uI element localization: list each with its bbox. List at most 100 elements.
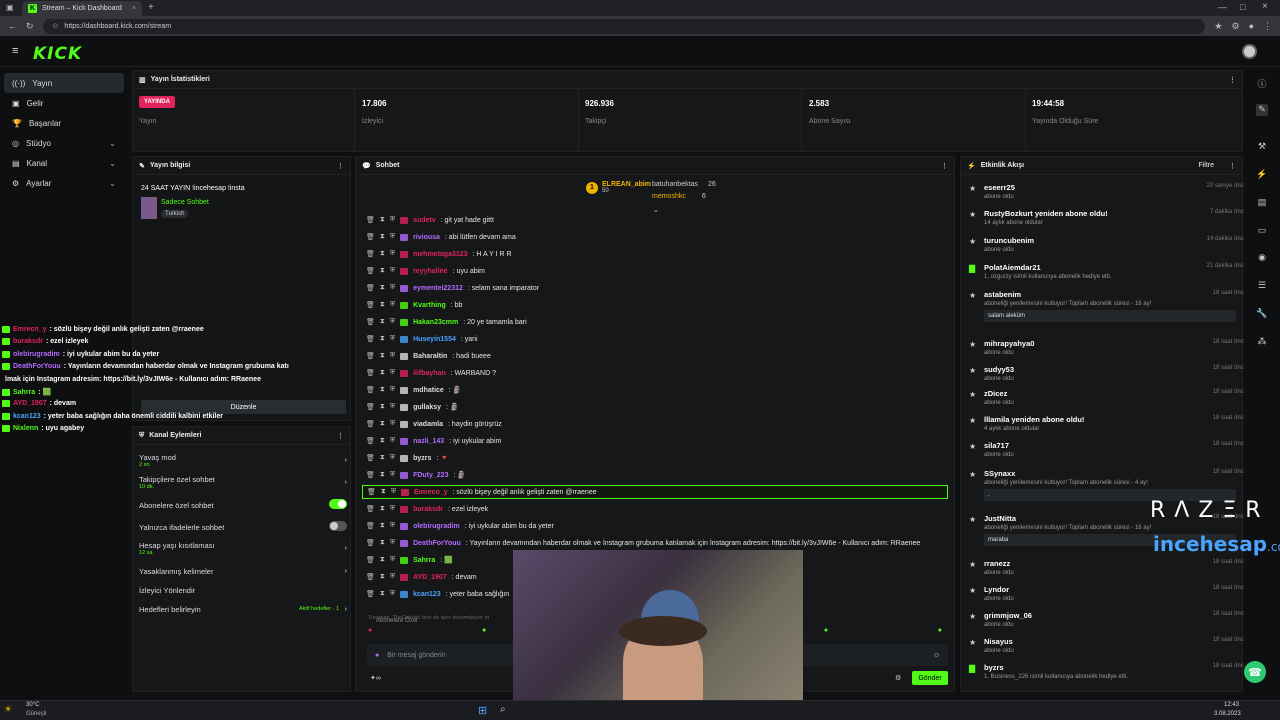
delete-message-icon[interactable]: 🗑 xyxy=(366,590,375,598)
document-icon[interactable]: ▤ xyxy=(1256,197,1268,209)
filter-button[interactable]: Filtre xyxy=(1198,162,1214,169)
timeout-icon[interactable]: ⧗ xyxy=(380,369,385,377)
network-icon[interactable]: ⁂ xyxy=(1256,336,1268,348)
delete-message-icon[interactable]: 🗑 xyxy=(366,335,375,343)
ban-icon[interactable]: ⛨ xyxy=(390,335,395,343)
profile-icon[interactable]: ● xyxy=(1249,21,1254,31)
ban-icon[interactable]: ⛨ xyxy=(390,420,395,428)
subscribers-only-toggle[interactable] xyxy=(329,499,347,509)
activity-item[interactable]: ★ lllamila yeniden abone oldu! 18 saat önc… xyxy=(969,415,1244,432)
url-field[interactable]: ⊙ https://dashboard.kick.com/stream xyxy=(42,18,1206,34)
top-gifter-2[interactable]: batuhanbektas 26 xyxy=(652,181,716,188)
banned-words-action[interactable]: Yasaklanmış kelimeler › xyxy=(139,566,347,576)
ban-icon[interactable]: ⛨ xyxy=(390,267,395,275)
ban-icon[interactable]: ⛨ xyxy=(390,454,395,462)
chat-message[interactable]: 🗑 ⧗ ⛨ Hakan23cmm: 20 ye tamamla bari xyxy=(366,315,527,329)
timeout-icon[interactable]: ⧗ xyxy=(380,573,385,581)
chat-message[interactable]: 🗑 ⧗ ⛨ AYD_1907: devam xyxy=(366,570,477,584)
chat-message[interactable]: 🗑 ⧗ ⛨ mdhatice: 🗿 xyxy=(366,383,461,397)
activity-item[interactable]: ★ rranezz 18 saat önce abone oldu xyxy=(969,559,1244,576)
chat-username[interactable]: reyyhaline xyxy=(413,268,448,275)
activity-item[interactable]: ★ sudyy53 18 saat önce abone oldu xyxy=(969,365,1244,382)
chat-message[interactable]: 🗑 ⧗ ⛨ Kvarthing: bb xyxy=(366,298,462,312)
chat-username[interactable]: FDuty_223 xyxy=(413,472,448,479)
chat-tool-icon[interactable]: ▭ xyxy=(1256,225,1268,237)
chat-username[interactable]: AYD_1907 xyxy=(413,574,447,581)
site-info-icon[interactable]: ⊙ xyxy=(53,22,59,30)
chat-username[interactable]: Emrecn_y xyxy=(414,489,447,496)
delete-message-icon[interactable]: 🗑 xyxy=(366,284,375,292)
emote-icon[interactable]: ● xyxy=(482,627,486,641)
ban-icon[interactable]: ⛨ xyxy=(390,505,395,513)
slow-mode-action[interactable]: Yavaş mod 2 sn. › xyxy=(139,453,347,468)
chat-message[interactable]: 🗑 ⧗ ⛨ byzrs: 🔻 xyxy=(366,451,449,465)
chat-username[interactable]: olebirugradim xyxy=(413,523,460,530)
ban-icon[interactable]: ⛨ xyxy=(390,539,395,547)
emoji-icon[interactable]: ☺ xyxy=(933,652,940,659)
chat-username[interactable]: Huseyin1554 xyxy=(413,336,456,343)
emote-icon[interactable]: ● xyxy=(824,627,828,641)
timeout-icon[interactable]: ⧗ xyxy=(380,335,385,343)
minimize-icon[interactable]: — xyxy=(1218,2,1227,12)
tab-actions-icon[interactable]: ▣ xyxy=(6,3,14,12)
ban-icon[interactable]: ⛨ xyxy=(390,301,395,309)
ban-icon[interactable]: ⛨ xyxy=(390,556,395,564)
chat-username[interactable]: Sahrra xyxy=(413,557,435,564)
browser-tab[interactable]: K Stream – Kick Dashboard × xyxy=(22,1,142,16)
activity-item[interactable]: ★ turuncubenim 14 dakika önce abone oldu xyxy=(969,236,1244,253)
bookmark-star-icon[interactable]: ★ xyxy=(1214,21,1222,32)
reload-icon[interactable]: ↻ xyxy=(26,21,34,32)
activity-item[interactable]: ★ eseerr25 20 saniye önce abone oldu xyxy=(969,183,1244,200)
chat-message[interactable]: 🗑 ⧗ ⛨ mehmetaga3123: H A Y I R R xyxy=(366,247,512,261)
ban-icon[interactable]: ⛨ xyxy=(390,386,395,394)
ban-icon[interactable]: ⛨ xyxy=(390,590,395,598)
chat-username[interactable]: Kvarthing xyxy=(413,302,446,309)
followers-only-action[interactable]: Takipçilere özel sohbet 10 dk. › xyxy=(139,475,347,490)
user-avatar[interactable] xyxy=(1242,44,1257,59)
ban-icon[interactable]: ⛨ xyxy=(390,522,395,530)
goals-action[interactable]: Hedefleri belirleyin Aktif hedefler · 1 › xyxy=(139,604,347,614)
chat-message[interactable]: 🗑 ⧗ ⛨ Baharaltin: hadi bueee xyxy=(366,349,491,363)
chat-username[interactable]: byzrs xyxy=(413,455,431,462)
delete-message-icon[interactable]: 🗑 xyxy=(366,522,375,530)
kebab-menu-icon[interactable]: ⋮ xyxy=(337,162,344,170)
delete-message-icon[interactable]: 🗑 xyxy=(366,505,375,513)
delete-message-icon[interactable]: 🗑 xyxy=(366,318,375,326)
delete-message-icon[interactable]: 🗑 xyxy=(366,420,375,428)
close-window-icon[interactable]: × xyxy=(1262,1,1268,12)
list-tool-icon[interactable]: ☰ xyxy=(1256,280,1268,292)
hamburger-menu-icon[interactable]: ≡ xyxy=(12,45,18,57)
chat-username[interactable]: Hakan23cmm xyxy=(413,319,458,326)
wrench-icon[interactable]: 🔧 xyxy=(1256,308,1268,320)
kebab-menu-icon[interactable]: ⋮ xyxy=(1229,162,1236,170)
chat-message[interactable]: 🗑 ⧗ ⛨ ilifbayhan: WARBAND ? xyxy=(366,366,496,380)
chat-username[interactable]: riviousa xyxy=(413,234,440,241)
sidebar-item-basarilar[interactable]: 🏆 Başarılar xyxy=(0,113,128,133)
activity-item[interactable]: ★ sila717 18 saat önce abone oldu xyxy=(969,441,1244,458)
chat-message[interactable]: 🗑 ⧗ ⛨ viadamla: haydin görüşrüz xyxy=(366,417,502,431)
ban-icon[interactable]: ⛨ xyxy=(390,216,395,224)
ban-icon[interactable]: ⛨ xyxy=(390,352,395,360)
delete-message-icon[interactable]: 🗑 xyxy=(366,369,375,377)
maximize-icon[interactable]: □ xyxy=(1240,2,1245,12)
extensions-icon[interactable]: ⚙ xyxy=(1231,21,1239,32)
timeout-icon[interactable]: ⧗ xyxy=(380,301,385,309)
host-viewer-action[interactable]: İzleyici Yönlendir xyxy=(139,586,347,595)
chat-username[interactable]: kcan123 xyxy=(413,591,441,598)
search-icon[interactable]: ⌕ xyxy=(500,704,506,715)
chat-message[interactable]: 🗑 ⧗ ⛨ nazli_143: iyi uykular abim xyxy=(366,434,501,448)
ban-icon[interactable]: ⛨ xyxy=(390,284,395,292)
emotes-only-toggle[interactable] xyxy=(329,521,347,531)
chat-message[interactable]: 🗑 ⧗ ⛨ eymentei22312: selam sana imparator xyxy=(366,281,539,295)
chat-username[interactable]: mdhatice xyxy=(413,387,444,394)
ban-icon[interactable]: ⛨ xyxy=(390,471,395,479)
emote-icon[interactable]: ● xyxy=(368,627,372,641)
activity-item[interactable]: ▇ byzrs 18 saat önce 1, Business_226 isimli… xyxy=(969,663,1244,680)
ban-icon[interactable]: ⛨ xyxy=(390,233,395,241)
timeout-icon[interactable]: ⧗ xyxy=(380,522,385,530)
ban-icon[interactable]: ⛨ xyxy=(390,250,395,258)
delete-message-icon[interactable]: 🗑 xyxy=(366,216,375,224)
sidebar-item-kanal[interactable]: ▤ Kanal ⌄ xyxy=(0,153,128,173)
sidebar-item-gelir[interactable]: ▣ Gelir xyxy=(0,93,128,113)
top-gifter-3[interactable]: memoshkc 6 xyxy=(652,193,706,200)
